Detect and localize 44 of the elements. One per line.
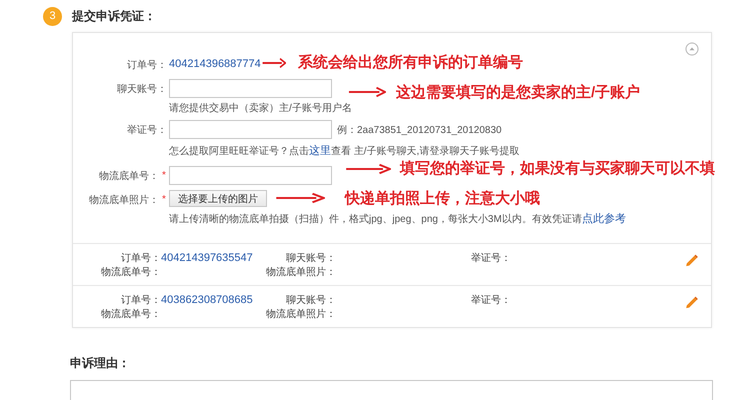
record-label: 物流底单照片： bbox=[265, 266, 336, 279]
record-label: 物流底单照片： bbox=[265, 308, 336, 321]
field-label: 举证号： bbox=[127, 124, 167, 136]
annotation-text: 系统会给出您所有申诉的订单编号 bbox=[298, 53, 523, 72]
upload-button[interactable]: 选择要上传的图片 bbox=[169, 190, 267, 207]
record-label: 物流底单号： bbox=[100, 266, 161, 279]
pencil-icon[interactable] bbox=[684, 295, 699, 310]
hint-text: 请您提供交易中（卖家）主/子账号用户名 bbox=[169, 102, 352, 115]
annotation-arrow bbox=[345, 163, 391, 175]
step-number-badge: 3 bbox=[43, 6, 62, 26]
section-title: 提交申诉凭证： bbox=[72, 8, 156, 24]
pencil-icon[interactable] bbox=[684, 253, 699, 268]
annotation-arrow bbox=[348, 86, 386, 98]
order-number-link[interactable]: 403862308708685 bbox=[161, 294, 256, 307]
record-label: 举证号： bbox=[470, 252, 511, 265]
input-field[interactable] bbox=[169, 120, 332, 139]
help-link[interactable]: 点此参考 bbox=[582, 213, 626, 225]
help-link[interactable]: 这里 bbox=[309, 145, 331, 157]
required-mark: * bbox=[162, 194, 167, 205]
field-label: 订单号： bbox=[127, 58, 167, 72]
annotation-arrow bbox=[275, 192, 325, 204]
record-label: 订单号： bbox=[120, 294, 161, 307]
hint-text: 请上传清晰的物流底单拍摄（扫描）件，格式jpg、jpeg、png，每张大小3M以内。有效凭证请点此参考 bbox=[169, 212, 626, 227]
record-label: 聊天账号： bbox=[285, 252, 336, 265]
input-field[interactable] bbox=[169, 166, 332, 185]
annotation-text: 填写您的举证号，如果没有与买家聊天可以不填 bbox=[400, 159, 715, 178]
hint-text: 怎么提取阿里旺旺举证号？点击这里查看 主/子账号聊天,请登录聊天子账号提取 bbox=[169, 144, 520, 159]
section-title: 申诉理由： bbox=[70, 355, 131, 372]
input-field[interactable] bbox=[169, 79, 332, 98]
order-number-link[interactable]: 404214396887774 bbox=[169, 55, 261, 74]
collapse-icon[interactable] bbox=[685, 42, 699, 56]
record-label: 物流底单号： bbox=[100, 308, 161, 321]
field-label: 物流底单照片： bbox=[89, 194, 159, 206]
record-label: 聊天账号： bbox=[285, 294, 336, 307]
field-label: 聊天账号： bbox=[117, 82, 167, 96]
field-label: 物流底单号： bbox=[99, 170, 159, 182]
annotation-arrow bbox=[262, 57, 286, 69]
order-number-link[interactable]: 404214397635547 bbox=[161, 252, 256, 265]
annotation-text: 快递单拍照上传，注意大小哦 bbox=[345, 189, 540, 208]
record-label: 订单号： bbox=[120, 252, 161, 265]
record-label: 举证号： bbox=[470, 294, 511, 307]
required-mark: * bbox=[162, 170, 167, 181]
example-text: 例：2aa73851_20120731_20120830 bbox=[337, 124, 502, 136]
annotation-text: 这边需要填写的是您卖家的主/子账户 bbox=[396, 83, 640, 102]
